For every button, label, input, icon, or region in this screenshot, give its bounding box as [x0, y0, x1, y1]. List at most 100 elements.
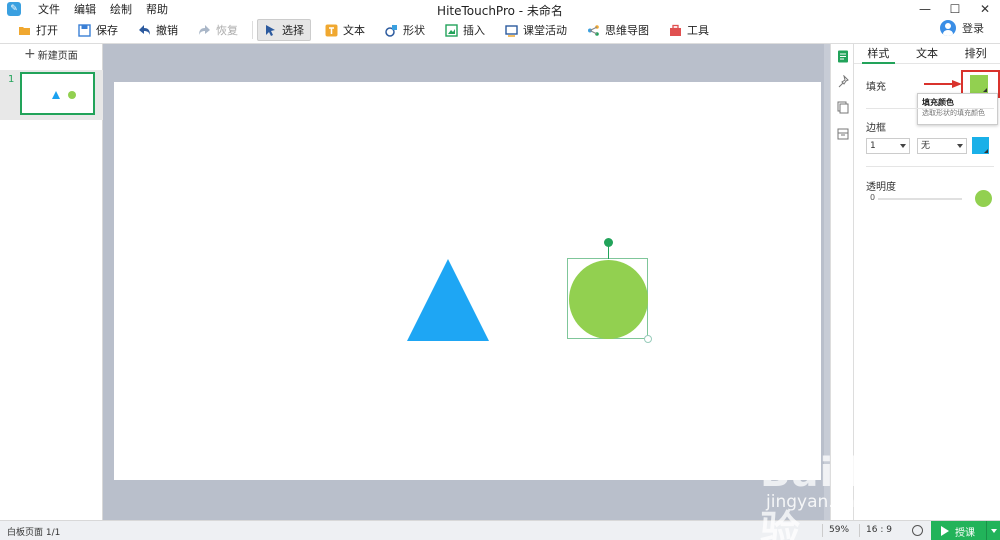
archive-icon[interactable] — [837, 127, 849, 140]
menu-bar: 文件 编辑 绘制 帮助 — [38, 1, 182, 17]
fill-label: 填充 — [866, 82, 886, 93]
layers-icon[interactable] — [837, 101, 849, 114]
menu-help[interactable]: 帮助 — [146, 1, 168, 17]
opacity-label: 透明度 — [866, 182, 896, 193]
mindmap-icon — [588, 24, 599, 36]
circle-shape[interactable] — [569, 260, 648, 339]
redo-icon — [199, 24, 210, 35]
folder-icon — [19, 26, 30, 35]
shape-label: 形状 — [403, 24, 425, 37]
menu-file[interactable]: 文件 — [38, 1, 60, 17]
tab-arrange[interactable]: 排列 — [951, 44, 1000, 63]
classroom-label: 课堂活动 — [523, 24, 567, 37]
border-color-swatch[interactable] — [972, 137, 989, 154]
window-title: HiteTouchPro - 未命名 — [437, 4, 563, 18]
new-page-button[interactable]: + 新建页面 — [0, 44, 102, 64]
rotation-handle[interactable] — [604, 238, 613, 247]
zoom-control[interactable]: 59% — [829, 525, 849, 535]
mindmap-label: 思维导图 — [605, 24, 649, 37]
app-logo-icon: ✎ — [7, 1, 21, 16]
login-label: 登录 — [962, 22, 984, 35]
status-bar: 白板页面 1/1 59% 16 : 9 授课 — [0, 520, 1000, 540]
new-page-label: 新建页面 — [37, 50, 78, 62]
fill-color-swatch[interactable] — [970, 75, 988, 93]
close-button[interactable]: ✕ — [970, 0, 1000, 17]
border-width-select[interactable]: 1 — [866, 138, 910, 154]
border-width-value: 1 — [870, 141, 876, 151]
teach-dropdown[interactable] — [986, 521, 1000, 540]
status-divider — [859, 524, 860, 537]
canvas-area — [103, 44, 830, 520]
toolbar: 打开 保存 撤销 恢复 选择 文本 形状 插入 课堂活动 思维导图 工具 登录 — [0, 17, 1000, 44]
user-avatar-icon — [940, 20, 956, 36]
cursor-icon — [266, 24, 275, 36]
opacity-slider[interactable] — [878, 198, 962, 200]
open-label: 打开 — [36, 24, 58, 37]
open-button[interactable]: 打开 — [12, 19, 64, 41]
redo-label: 恢复 — [216, 24, 238, 37]
chevron-down-icon — [900, 144, 906, 148]
thumbnail-circle — [68, 91, 76, 99]
properties-tabs: 样式 文本 排列 — [854, 44, 1000, 64]
page-info: 白板页面 1/1 — [7, 528, 61, 538]
tools-label: 工具 — [687, 24, 709, 37]
selection-box[interactable] — [567, 238, 652, 343]
tools-button[interactable]: 工具 — [663, 19, 715, 41]
teach-button[interactable]: 授课 — [931, 521, 1000, 540]
toolbox-icon — [670, 24, 681, 36]
resize-handle[interactable] — [644, 335, 652, 343]
maximize-button[interactable]: ☐ — [940, 0, 970, 17]
border-style-select[interactable]: 无 — [917, 138, 967, 154]
chevron-down-icon — [957, 144, 963, 148]
style-panel-icon[interactable] — [837, 50, 849, 63]
fill-color-tooltip: 填充颜色 选取形状的填充颜色 — [917, 93, 998, 125]
tab-style[interactable]: 样式 — [854, 44, 903, 64]
opacity-value: 0 — [870, 193, 876, 202]
border-label: 边框 — [866, 123, 886, 134]
insert-label: 插入 — [463, 24, 485, 37]
text-label: 文本 — [343, 24, 365, 37]
mindmap-button[interactable]: 思维导图 — [581, 19, 655, 41]
menu-draw[interactable]: 绘制 — [110, 1, 132, 17]
sync-icon[interactable] — [912, 525, 923, 536]
select-button[interactable]: 选择 — [257, 19, 311, 41]
tooltip-description: 选取形状的填充颜色 — [922, 109, 985, 117]
classroom-activity-button[interactable]: 课堂活动 — [499, 19, 573, 41]
insert-button[interactable]: 插入 — [439, 19, 491, 41]
triangle-shape[interactable] — [407, 259, 489, 341]
red-arrow-annotation — [924, 80, 962, 88]
undo-icon — [139, 24, 150, 35]
shape-button[interactable]: 形状 — [379, 19, 431, 41]
undo-button[interactable]: 撤销 — [132, 19, 184, 41]
save-label: 保存 — [96, 24, 118, 37]
slide-item[interactable]: 1 — [0, 70, 103, 120]
slide-number: 1 — [8, 74, 15, 85]
menu-edit[interactable]: 编辑 — [74, 1, 96, 17]
title-bar: ✎ 文件 编辑 绘制 帮助 HiteTouchPro - 未命名 — ☐ ✕ — [0, 0, 1000, 18]
slide-thumbnail[interactable] — [20, 72, 95, 115]
property-icon-strip — [830, 44, 854, 520]
classroom-icon — [505, 24, 518, 37]
properties-panel: 样式 文本 排列 填充 填充颜色 选取形状的填充颜色 边框 1 无 透明度 0 — [854, 44, 1000, 520]
divider — [866, 166, 994, 167]
whiteboard[interactable] — [114, 82, 821, 480]
redo-button[interactable]: 恢复 — [192, 19, 244, 41]
thumbnail-triangle — [52, 91, 60, 99]
tooltip-title: 填充颜色 — [922, 98, 954, 107]
select-label: 选择 — [282, 24, 304, 37]
insert-image-icon — [445, 23, 458, 37]
swatch-corner-icon — [983, 88, 987, 92]
teach-label: 授课 — [955, 527, 975, 539]
opacity-color-preview — [975, 190, 992, 207]
play-icon — [941, 526, 949, 536]
shape-icon — [385, 24, 397, 37]
aspect-ratio-control[interactable]: 16 : 9 — [866, 525, 892, 535]
save-button[interactable]: 保存 — [72, 19, 124, 41]
pin-icon[interactable] — [837, 75, 849, 88]
text-button[interactable]: 文本 — [319, 19, 371, 41]
slide-panel: + 新建页面 1 — [0, 44, 103, 520]
status-divider — [822, 524, 823, 537]
minimize-button[interactable]: — — [910, 0, 940, 17]
login-button[interactable]: 登录 — [940, 20, 984, 36]
tab-text[interactable]: 文本 — [903, 44, 952, 63]
